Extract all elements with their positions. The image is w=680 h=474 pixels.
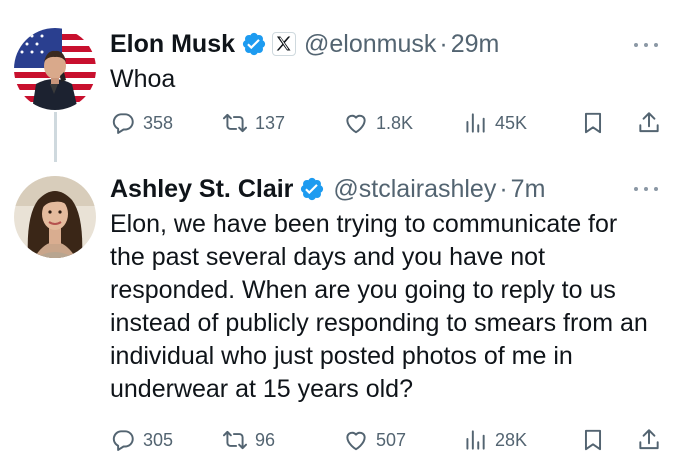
reply-icon: [112, 113, 134, 134]
more-options-icon[interactable]: [634, 40, 658, 50]
like-count: 507: [376, 429, 407, 450]
avatar[interactable]: [14, 28, 96, 110]
reply-button[interactable]: 358: [110, 108, 173, 138]
avatar-image: [14, 28, 96, 110]
separator-dot: ·: [439, 29, 448, 58]
tweet-actions: 358 137 1.8K 45K: [110, 108, 664, 138]
tweet[interactable]: Ashley St. Clair @stclairashley · 7m Elo…: [0, 160, 680, 474]
like-button[interactable]: 507: [343, 425, 406, 455]
share-button[interactable]: [636, 425, 662, 455]
views-button[interactable]: 28K: [462, 425, 527, 455]
repost-count: 137: [255, 112, 286, 133]
repost-button[interactable]: 137: [222, 108, 285, 138]
repost-icon: [222, 113, 248, 133]
share-button[interactable]: [636, 108, 662, 138]
bookmark-icon: [584, 429, 602, 451]
views-button[interactable]: 45K: [462, 108, 527, 138]
separator-dot: ·: [499, 174, 508, 203]
timestamp[interactable]: 7m: [511, 175, 546, 204]
reply-button[interactable]: 305: [110, 425, 173, 455]
verified-badge-icon: [241, 31, 267, 57]
repost-button[interactable]: 96: [222, 425, 275, 455]
tweet-text: Elon, we have been trying to communicate…: [110, 210, 648, 403]
share-icon: [639, 429, 659, 450]
thread-connector-line: [54, 112, 57, 162]
views-count: 28K: [495, 429, 528, 450]
views-chart-icon: [466, 430, 485, 450]
tweet-actions: 305 96 507 28K: [110, 425, 664, 455]
avatar-image: [14, 176, 96, 258]
more-options-icon[interactable]: [634, 184, 658, 194]
like-count: 1.8K: [376, 112, 414, 133]
tweet-header: Ashley St. Clair @stclairashley · 7m: [110, 172, 660, 206]
author-handle[interactable]: @stclairashley: [333, 175, 496, 204]
reply-icon: [112, 430, 134, 451]
avatar[interactable]: [14, 176, 96, 258]
x-logo-icon: [272, 32, 297, 56]
author-name[interactable]: Elon Musk: [110, 30, 235, 59]
bookmark-button[interactable]: [580, 108, 606, 138]
author-name[interactable]: Ashley St. Clair: [110, 175, 293, 204]
bookmark-button[interactable]: [580, 425, 606, 455]
tweet[interactable]: Elon Musk @elonmusk · 29m Whoa 358 137 1…: [0, 0, 680, 162]
repost-count: 96: [255, 429, 276, 450]
tweet-header: Elon Musk @elonmusk · 29m: [110, 27, 660, 61]
heart-icon: [346, 114, 366, 134]
like-button[interactable]: 1.8K: [343, 108, 413, 138]
reply-count: 305: [143, 429, 174, 450]
views-count: 45K: [495, 112, 528, 133]
repost-icon: [222, 430, 248, 450]
reply-count: 358: [143, 112, 174, 133]
verified-badge-icon: [299, 176, 325, 202]
heart-icon: [346, 431, 366, 451]
share-icon: [639, 112, 659, 133]
bookmark-icon: [584, 112, 602, 134]
views-chart-icon: [466, 113, 485, 133]
timestamp[interactable]: 29m: [451, 30, 500, 59]
tweet-text: Whoa: [110, 65, 176, 93]
author-handle[interactable]: @elonmusk: [304, 30, 436, 59]
